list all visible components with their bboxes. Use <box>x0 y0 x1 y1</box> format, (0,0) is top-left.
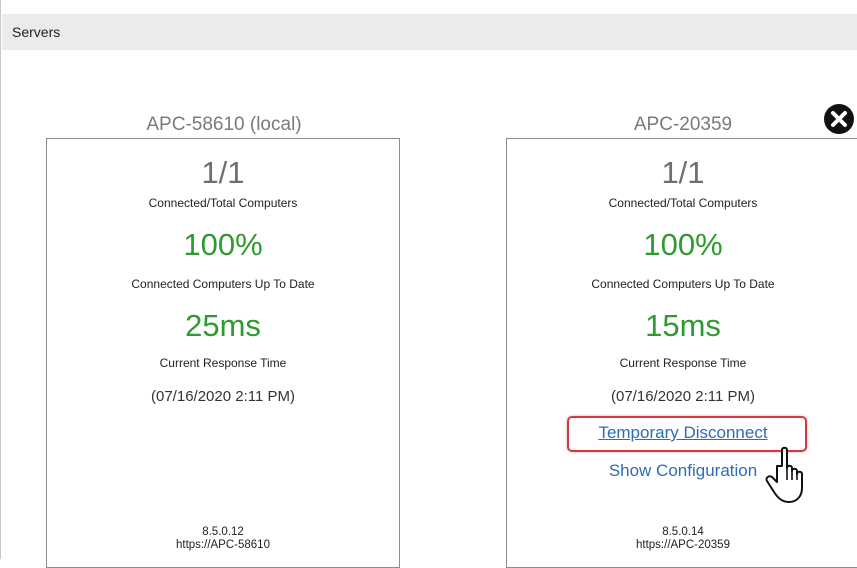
server-card-local: 1/1 Connected/Total Computers 100% Conne… <box>46 138 400 568</box>
up-to-date-value: 100% <box>183 227 263 262</box>
timestamp: (07/16/2020 2:11 PM) <box>611 388 755 405</box>
server-name-remote: APC-20359 <box>633 114 733 135</box>
servers-panel: Servers APC-58610 (local) 1/1 Connected/… <box>0 0 857 568</box>
response-time-value: 25ms <box>185 308 261 343</box>
connected-total-label: Connected/Total Computers <box>148 196 298 210</box>
server-version: 8.5.0.12 <box>202 526 244 538</box>
response-time-label: Current Response Time <box>159 356 287 370</box>
up-to-date-label: Connected Computers Up To Date <box>591 277 775 291</box>
server-name-local: APC-58610 (local) <box>146 114 302 135</box>
top-strip <box>1 0 857 14</box>
connected-total-value: 1/1 <box>661 155 705 190</box>
server-url: https://APC-20359 <box>636 539 730 551</box>
up-to-date-value: 100% <box>643 227 723 262</box>
connected-total-label: Connected/Total Computers <box>608 196 758 210</box>
response-time-value: 15ms <box>645 308 721 343</box>
response-time-label: Current Response Time <box>619 356 747 370</box>
hand-pointer-icon <box>763 444 813 506</box>
show-configuration-link[interactable]: Show Configuration <box>609 461 757 480</box>
up-to-date-label: Connected Computers Up To Date <box>131 277 315 291</box>
panel-header: Servers <box>2 14 857 50</box>
server-url: https://APC-58610 <box>176 539 270 551</box>
timestamp: (07/16/2020 2:11 PM) <box>151 388 295 405</box>
panel-title: Servers <box>12 24 61 40</box>
connected-total-value: 1/1 <box>201 155 245 190</box>
close-icon[interactable] <box>822 102 856 136</box>
server-version: 8.5.0.14 <box>662 526 704 538</box>
